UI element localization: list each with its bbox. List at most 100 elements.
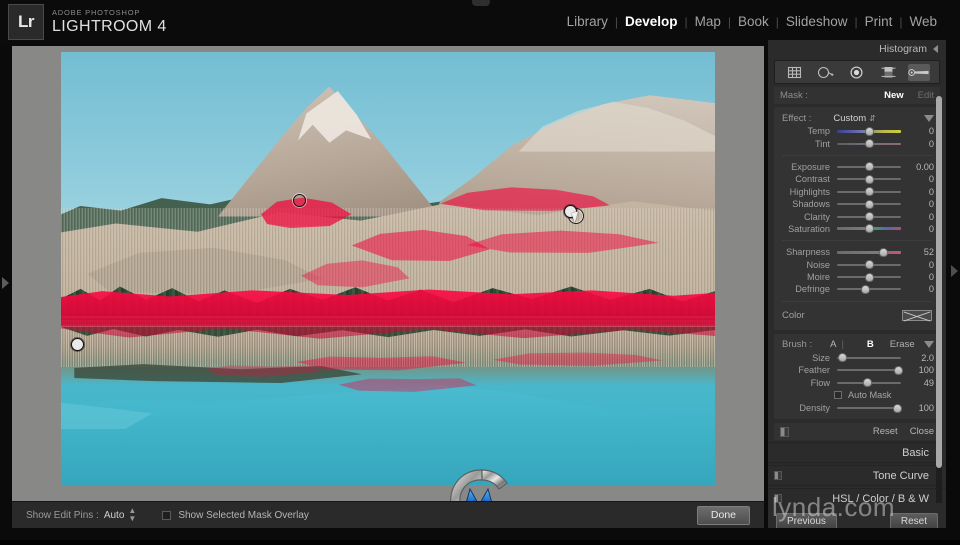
brush-presets-funnel-icon[interactable] xyxy=(924,341,934,349)
slider-track[interactable] xyxy=(837,403,902,414)
slider-saturation[interactable]: Saturation 0 xyxy=(774,223,940,235)
graduated-filter-tool-icon[interactable] xyxy=(877,64,899,81)
histogram-header[interactable]: Histogram xyxy=(768,40,946,58)
module-library[interactable]: Library xyxy=(560,14,615,29)
slider-track[interactable] xyxy=(837,161,901,172)
chevron-updown-icon[interactable]: ⇵ xyxy=(869,114,876,123)
develop-toolbar: Show Edit Pins : Auto ▲ ▼ Show Selected M… xyxy=(12,501,764,528)
module-picker: Library | Develop | Map | Book | Slidesh… xyxy=(560,14,944,29)
edit-pin[interactable] xyxy=(71,338,84,351)
slider-track[interactable] xyxy=(837,284,901,295)
panel-switch-icon[interactable] xyxy=(774,494,782,504)
slider-brush-size[interactable]: Size 2.0 xyxy=(774,352,940,364)
color-swatch-button[interactable] xyxy=(902,310,932,322)
mask-edit-button[interactable]: Edit xyxy=(918,90,934,101)
right-panel-scrollbar[interactable] xyxy=(936,96,942,508)
slider-track[interactable] xyxy=(837,352,901,363)
slider-label: Shadows xyxy=(792,199,830,210)
slider-value[interactable]: 0 xyxy=(908,139,934,149)
slider-track[interactable] xyxy=(837,211,901,222)
edit-pin-active[interactable] xyxy=(564,205,577,218)
slider-brush-density[interactable]: Density 100 xyxy=(774,402,940,414)
slider-value[interactable]: 0 xyxy=(908,212,934,222)
slider-track[interactable] xyxy=(837,377,901,388)
auto-mask-checkbox[interactable] xyxy=(834,391,842,400)
slider-value[interactable]: 0 xyxy=(908,126,934,136)
slider-value[interactable]: 0 xyxy=(908,260,934,270)
brush-erase-button[interactable]: Erase xyxy=(890,339,915,350)
effect-presets-funnel-icon[interactable] xyxy=(924,114,934,122)
left-panel-expand-arrow-icon[interactable] xyxy=(2,277,9,289)
collapse-arrow-icon[interactable] xyxy=(933,45,938,53)
slider-tint[interactable]: Tint 0 xyxy=(774,137,940,149)
slider-value[interactable]: 49 xyxy=(908,378,934,388)
slider-value[interactable]: 2.0 xyxy=(908,353,934,363)
slider-moire[interactable]: Moire 0 xyxy=(774,271,940,283)
slider-value[interactable]: 0 xyxy=(908,199,934,209)
panel-header-tone-curve[interactable]: Tone Curve xyxy=(768,465,946,487)
slider-brush-flow[interactable]: Flow 49 xyxy=(774,376,940,388)
done-button[interactable]: Done xyxy=(696,505,750,525)
slider-clarity[interactable]: Clarity 0 xyxy=(774,210,940,222)
module-develop[interactable]: Develop xyxy=(618,14,685,29)
scrollbar-thumb[interactable] xyxy=(936,96,942,468)
slider-brush-feather[interactable]: Feather 100 xyxy=(774,364,940,376)
brush-b-button[interactable]: B xyxy=(867,339,874,350)
divider xyxy=(782,300,932,302)
module-web[interactable]: Web xyxy=(902,14,944,29)
slider-label: Flow xyxy=(810,377,830,388)
panel-switch-icon[interactable] xyxy=(774,471,782,481)
crop-overlay-tool-icon[interactable] xyxy=(784,64,806,81)
panel-header-basic[interactable]: Basic xyxy=(768,442,946,464)
slider-shadows[interactable]: Shadows 0 xyxy=(774,198,940,210)
slider-track[interactable] xyxy=(837,138,901,149)
slider-value[interactable]: 100 xyxy=(908,403,934,413)
slider-track[interactable] xyxy=(837,126,901,137)
edit-pin[interactable] xyxy=(293,194,306,207)
slider-value[interactable]: 0.00 xyxy=(908,162,934,172)
slider-track[interactable] xyxy=(837,199,901,210)
slider-value[interactable]: 0 xyxy=(908,174,934,184)
spot-removal-tool-icon[interactable] xyxy=(815,64,837,81)
mask-new-button[interactable]: New xyxy=(884,90,904,101)
slider-value[interactable]: 100 xyxy=(908,365,934,375)
brush-a-button[interactable]: A xyxy=(830,339,836,350)
red-eye-correction-tool-icon[interactable] xyxy=(846,64,868,81)
adjustment-brush-tool-icon[interactable] xyxy=(908,63,931,81)
module-map[interactable]: Map xyxy=(688,14,728,29)
slider-value[interactable]: 0 xyxy=(908,224,934,234)
module-print[interactable]: Print xyxy=(858,14,900,29)
slider-track[interactable] xyxy=(837,186,901,197)
slider-exposure[interactable]: Exposure 0.00 xyxy=(774,161,940,173)
module-slideshow[interactable]: Slideshow xyxy=(779,14,855,29)
slider-value[interactable]: 0 xyxy=(908,187,934,197)
image-canvas[interactable] xyxy=(12,46,764,501)
slider-highlights[interactable]: Highlights 0 xyxy=(774,186,940,198)
module-book[interactable]: Book xyxy=(731,14,776,29)
panel-switch-icon[interactable] xyxy=(780,426,789,437)
right-panel-expand-arrow-icon[interactable] xyxy=(951,265,958,277)
slider-track[interactable] xyxy=(837,259,901,270)
brush-reset-button[interactable]: Reset xyxy=(873,426,898,437)
brush-close-button[interactable]: Close xyxy=(910,426,934,437)
chevron-updown-icon[interactable]: ▲ ▼ xyxy=(128,507,136,523)
slider-track[interactable] xyxy=(837,247,901,258)
slider-value[interactable]: 0 xyxy=(908,272,934,282)
effect-value[interactable]: Custom xyxy=(833,113,866,124)
slider-value[interactable]: 52 xyxy=(908,247,934,257)
slider-value[interactable]: 0 xyxy=(908,284,934,294)
top-panel-toggle[interactable] xyxy=(472,0,490,6)
slider-contrast[interactable]: Contrast 0 xyxy=(774,173,940,185)
slider-track[interactable] xyxy=(837,365,903,376)
slider-track[interactable] xyxy=(837,174,901,185)
app-suptitle: ADOBE PHOTOSHOP xyxy=(52,8,141,18)
slider-noise[interactable]: Noise 0 xyxy=(774,259,940,271)
slider-track[interactable] xyxy=(837,272,901,283)
slider-defringe[interactable]: Defringe 0 xyxy=(774,283,940,295)
show-edit-pins-value[interactable]: Auto xyxy=(104,510,125,521)
photo-preview[interactable] xyxy=(61,52,715,485)
slider-temp[interactable]: Temp 0 xyxy=(774,125,940,137)
show-mask-overlay-checkbox[interactable] xyxy=(162,510,172,520)
slider-track[interactable] xyxy=(837,223,901,234)
slider-sharpness[interactable]: Sharpness 52 xyxy=(774,246,940,258)
